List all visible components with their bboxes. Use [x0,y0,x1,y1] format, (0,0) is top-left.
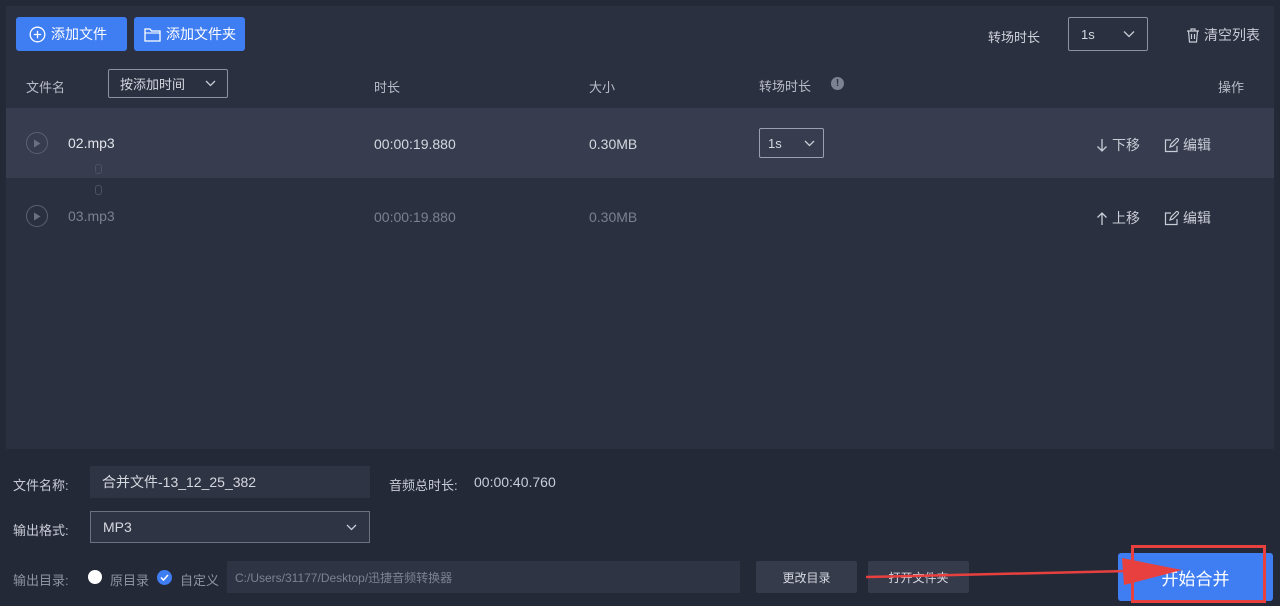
plus-circle-icon [29,26,46,42]
clear-list-button[interactable]: 清空列表 [1186,25,1260,45]
info-icon[interactable]: ! [831,77,844,90]
move-down-label: 下移 [1112,137,1140,153]
table-row[interactable]: 03.mp3 00:00:19.880 0.30MB 上移 编辑 [6,181,1274,251]
arrow-up-icon [1097,211,1107,225]
filename-label: 文件名称: [13,478,69,493]
change-dir-button[interactable]: 更改目录 [756,561,857,593]
folder-icon [144,27,161,42]
edit-button[interactable]: 编辑 [1164,135,1211,155]
play-button[interactable] [26,132,48,154]
filename-input[interactable]: 合并文件-13_12_25_382 [90,466,370,498]
edit-label: 编辑 [1183,210,1211,226]
radio-custom-label: 自定义 [180,573,220,588]
global-transition-value: 1s [1081,26,1095,42]
edit-icon [1164,137,1179,152]
col-header-name: 文件名 [26,80,66,95]
transition-label: 转场时长 [988,30,1041,45]
row-size: 0.30MB [589,209,638,225]
move-up-label: 上移 [1112,210,1140,226]
table-row[interactable]: 02.mp3 00:00:19.880 0.30MB 1s 下移 编辑 [6,108,1274,178]
row-size: 0.30MB [589,136,638,152]
add-folder-label: 添加文件夹 [166,26,236,42]
format-select[interactable]: MP3 [90,511,370,543]
play-button[interactable] [26,205,48,227]
col-header-transition: 转场时长 [759,79,812,94]
play-icon [34,139,41,147]
col-header-action: 操作 [1218,80,1245,95]
col-header-size: 大小 [589,80,616,95]
row-transition-value: 1s [768,135,782,151]
play-icon [34,212,41,220]
edit-label: 编辑 [1183,137,1211,153]
chevron-down-icon [346,524,357,530]
row-filename: 03.mp3 [68,208,115,224]
format-label: 输出格式: [13,523,69,538]
chevron-down-icon [804,140,815,146]
format-value: MP3 [103,519,132,535]
output-path-value: C:/Users/31177/Desktop/迅捷音频转换器 [235,570,453,585]
add-folder-button[interactable]: 添加文件夹 [134,17,245,51]
radio-original[interactable] [88,570,102,584]
total-duration-value: 00:00:40.760 [474,474,556,490]
edit-icon [1164,210,1179,225]
output-dir-label: 输出目录: [13,573,69,588]
row-filename: 02.mp3 [68,135,115,151]
row-duration: 00:00:19.880 [374,136,456,152]
row-transition-select[interactable]: 1s [759,128,824,158]
radio-original-label: 原目录 [110,573,150,588]
change-dir-label: 更改目录 [782,570,831,585]
edit-button[interactable]: 编辑 [1164,208,1211,228]
move-down-button[interactable]: 下移 [1096,135,1140,155]
output-path-input[interactable]: C:/Users/31177/Desktop/迅捷音频转换器 [227,561,740,593]
radio-custom[interactable] [157,570,172,585]
chevron-down-icon [205,80,216,87]
annotation-arrow [865,558,1182,585]
total-duration-label: 音频总时长: [389,478,458,493]
add-file-button[interactable]: 添加文件 [16,17,127,51]
drag-handle-mark [95,164,102,174]
add-file-label: 添加文件 [51,26,107,42]
move-up-button[interactable]: 上移 [1096,208,1140,228]
sort-select[interactable]: 按添加时间 [108,69,228,98]
sort-value: 按添加时间 [120,77,186,92]
check-icon [160,574,169,581]
global-transition-select[interactable]: 1s [1068,17,1148,51]
row-duration: 00:00:19.880 [374,209,456,225]
col-header-duration: 时长 [374,80,401,95]
filename-value: 合并文件-13_12_25_382 [102,474,257,490]
trash-icon [1187,27,1199,43]
arrow-down-icon [1097,138,1107,152]
chevron-down-icon [1123,31,1135,38]
clear-list-label: 清空列表 [1204,27,1260,43]
